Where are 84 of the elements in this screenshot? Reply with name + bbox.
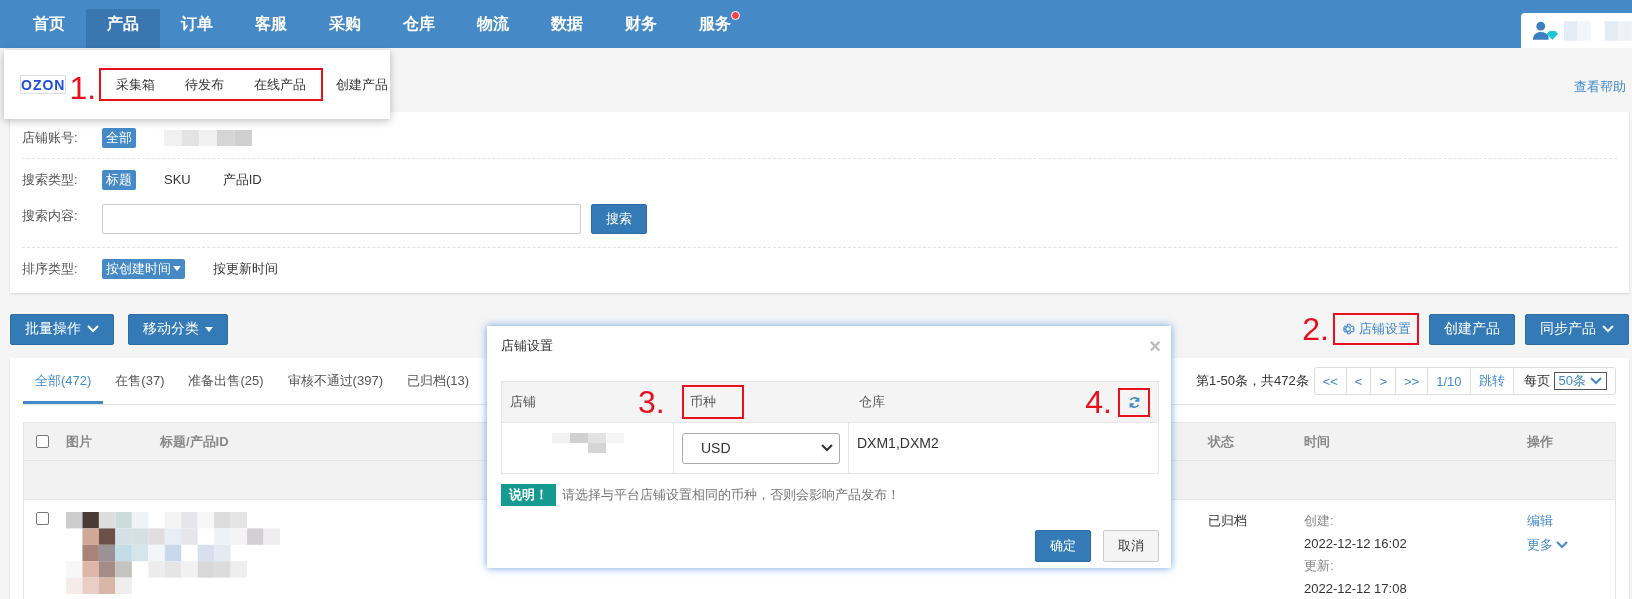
filter-label: 排序类型: <box>22 259 79 278</box>
warehouse-text: DXM1,DXM2 <box>857 435 939 451</box>
toolbar-button[interactable]: 批量操作 <box>10 313 114 345</box>
status-tab[interactable]: 已归档(13) <box>394 358 482 404</box>
time-text: 更新: <box>1304 557 1335 575</box>
column-header: 店铺 <box>510 393 536 411</box>
nav-tab[interactable]: 数据 <box>530 0 604 48</box>
status-tab[interactable]: 准备出售(25) <box>176 358 276 404</box>
nav-tab[interactable]: 仓库 <box>382 0 456 48</box>
filter-option[interactable]: 按创建时间 <box>102 258 185 279</box>
chevron-icon <box>1590 377 1602 385</box>
currency-select[interactable]: USD <box>682 432 840 464</box>
page-button[interactable]: > <box>1371 368 1397 394</box>
caret-icon <box>205 326 213 332</box>
column-header: 标题/产品ID <box>160 432 229 451</box>
toolbar-button[interactable]: 创建产品 <box>1429 313 1515 345</box>
nav-tab[interactable]: 采购 <box>308 0 382 48</box>
checkbox[interactable] <box>36 435 49 448</box>
note-text: 请选择与平台店铺设置相同的币种，否则会影响产品发布！ <box>562 486 900 504</box>
status-tab[interactable]: 全部(472) <box>23 358 104 404</box>
annotation-number: 3. <box>638 386 665 418</box>
filter-option[interactable]: 全部 <box>102 128 136 148</box>
column-header: 图片 <box>66 432 92 451</box>
user-icon <box>1533 20 1559 41</box>
filter-option[interactable]: SKU <box>160 171 195 188</box>
page-button[interactable]: < <box>1346 368 1372 394</box>
time-text: 创建: <box>1304 512 1335 530</box>
store-settings-link[interactable]: 店铺设置 <box>1333 313 1419 345</box>
page-button[interactable]: << <box>1314 368 1347 394</box>
chevron-icon <box>87 325 99 333</box>
column-header: 操作 <box>1527 432 1553 451</box>
chevron-icon <box>821 444 833 452</box>
search-button[interactable]: 搜索 <box>591 204 647 234</box>
nav-tab[interactable]: 客服 <box>234 0 308 48</box>
menu-item[interactable]: 采集箱 <box>101 75 171 94</box>
checkbox[interactable] <box>36 512 49 525</box>
filter-label: 搜索内容: <box>22 207 79 225</box>
annotation-number: 4. <box>1085 386 1112 418</box>
settings-icon <box>1341 322 1355 336</box>
dialog-button[interactable]: 取消 <box>1103 530 1159 562</box>
column-header: 状态 <box>1208 432 1234 451</box>
page-summary: 第1-50条，共472条 <box>1195 372 1309 390</box>
status-text: 已归档 <box>1208 512 1248 530</box>
note-badge: 说明！ <box>501 484 556 506</box>
column-header: 时间 <box>1304 432 1330 451</box>
annotation-number: 1. <box>69 71 97 104</box>
nav-tab[interactable]: 财务 <box>604 0 678 48</box>
menu-item[interactable]: 待发布 <box>170 75 240 94</box>
filter-label: 店铺账号: <box>22 129 79 147</box>
status-tab[interactable]: 在售(37) <box>103 358 177 404</box>
nav-tab[interactable]: 服务 <box>678 0 752 48</box>
refresh-icon <box>1127 395 1141 409</box>
dialog-title: 店铺设置 <box>501 337 553 355</box>
filter-option[interactable]: 产品ID <box>218 169 266 190</box>
search-field[interactable] <box>102 204 581 234</box>
chevron-icon <box>1602 325 1614 333</box>
help-link[interactable]: 查看帮助 <box>1574 78 1626 96</box>
nav-tab[interactable]: 首页 <box>12 0 86 48</box>
filter-option[interactable]: 按更新时间 <box>209 258 282 279</box>
ozon-logo: OZON <box>20 75 67 94</box>
refresh-button[interactable] <box>1118 387 1150 417</box>
per-page-label: 每页 <box>1523 372 1550 390</box>
menu-item[interactable]: 在线产品 <box>239 75 322 94</box>
time-text: 2022-12-12 16:02 <box>1304 536 1408 551</box>
toolbar-button[interactable]: 移动分类 <box>128 313 228 345</box>
dialog-button[interactable]: 确定 <box>1035 530 1091 562</box>
per-page-select[interactable]: 50条 <box>1553 372 1607 390</box>
column-header: 币种 <box>682 385 744 419</box>
nav-tab[interactable]: 产品 <box>86 9 160 48</box>
nav-tab[interactable]: 物流 <box>456 0 530 48</box>
filter-label: 搜索类型: <box>22 170 79 189</box>
page-indicator: 1/10 <box>1428 368 1471 394</box>
toolbar-button[interactable]: 同步产品 <box>1525 313 1629 345</box>
annotation-number: 2. <box>1302 313 1329 345</box>
filter-option[interactable]: 标题 <box>102 169 136 190</box>
time-text: 2022-12-12 17:08 <box>1304 581 1408 596</box>
jump-button[interactable]: 跳转 <box>1470 368 1514 394</box>
status-tab[interactable]: 审核不通过(397) <box>275 358 395 404</box>
menu-item[interactable]: 创建产品 <box>323 75 402 94</box>
action-link[interactable]: 更多 <box>1527 536 1615 554</box>
column-header: 仓库 <box>859 393 885 411</box>
nav-tab[interactable]: 订单 <box>160 0 234 48</box>
action-link[interactable]: 编辑 <box>1527 512 1615 530</box>
page-button[interactable]: >> <box>1396 368 1429 394</box>
